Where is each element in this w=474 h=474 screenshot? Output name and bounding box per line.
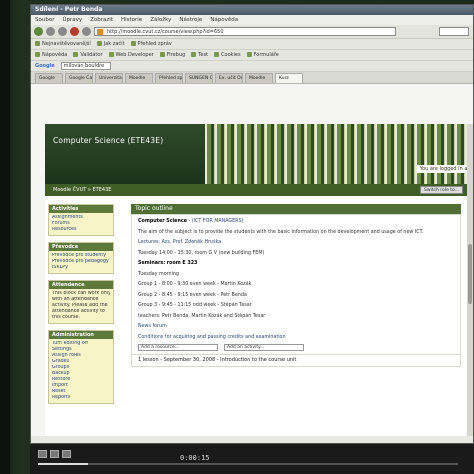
teachers-line: teachers: Petr Benda, Martin Kozák and Š… <box>138 313 266 319</box>
back-icon[interactable] <box>34 27 43 36</box>
menu-bar: Soubor Úpravy Zobrazit Historie Záložky … <box>31 15 473 25</box>
tab-university[interactable]: Univerzita Ka... <box>95 73 123 83</box>
tab-course[interactable]: Kurz <box>275 73 303 83</box>
menu-history[interactable]: Historie <box>121 17 142 23</box>
news-forum-link[interactable]: News forum <box>138 323 454 331</box>
course-banner: Computer Science (ETE43E) You are logged… <box>45 124 473 184</box>
left-sidebar: Activities Assignments Forums Resources … <box>48 204 114 410</box>
google-search-input[interactable]: milován bouldre <box>60 62 111 70</box>
dev-item[interactable]: Firebug <box>159 52 185 58</box>
block-title: Administration <box>49 331 113 339</box>
lectures-label: Lectures: <box>138 240 161 245</box>
player-progress[interactable] <box>38 463 458 465</box>
menu-file[interactable]: Soubor <box>35 17 54 23</box>
course-aim: The aim of the subject is to provide the… <box>138 229 424 235</box>
group-line: Group 2 - 8:45 - 9:15 even week - Petr B… <box>138 292 247 298</box>
breadcrumb-text[interactable]: Moodle ČVUT » ETE43E <box>53 187 111 193</box>
tab-moodle[interactable]: Moodle <box>125 73 153 83</box>
dev-item[interactable]: Formuláře <box>246 52 279 58</box>
bookmark-item[interactable]: Přehled zpráv <box>130 41 172 47</box>
menu-tools[interactable]: Nástroje <box>179 17 202 23</box>
moodle-page: Computer Science (ETE43E) You are logged… <box>45 124 473 436</box>
bookmarks-toolbar: Nejnavštěvovanější Jak začít Přehled zpr… <box>31 39 473 50</box>
dev-item[interactable]: Cookies <box>214 52 241 58</box>
link-resources[interactable]: Resources <box>52 227 110 233</box>
admin-reports[interactable]: Reports <box>52 395 110 401</box>
block-attendance: Attendance This block can work only with… <box>48 280 114 324</box>
block-title: Attendance <box>49 281 113 289</box>
course-title: Computer Science (ETE43E) <box>53 136 164 145</box>
page-scrollbar[interactable] <box>467 124 473 436</box>
home-icon[interactable] <box>82 27 91 36</box>
player-next-icon[interactable] <box>62 450 71 458</box>
breadcrumb: Moodle ČVUT » ETE43E Switch role to... <box>45 184 473 196</box>
browser-window: Sdílení - Petr Benda Soubor Úpravy Zobra… <box>30 4 474 444</box>
video-player-bar: 0:00:15 <box>30 444 474 474</box>
bookmark-item[interactable]: Nejnavštěvovanější <box>35 41 91 47</box>
add-activity-select[interactable]: Add an activity... <box>224 344 304 351</box>
switch-role-select[interactable]: Switch role to... <box>420 186 463 194</box>
login-info: You are logged in as <box>416 165 473 173</box>
group-line: Group 3 - 9:45 - 11:15 odd week - Štěpán… <box>138 303 252 308</box>
link-isklp[interactable]: ISKLPy <box>52 265 110 271</box>
group-line: Group 1 - 8:00 - 9:30 even week - Martin… <box>138 282 252 287</box>
seminar-day: Tuesday morning <box>138 271 179 277</box>
search-box[interactable] <box>439 27 469 36</box>
google-toolbar: Google milován bouldre <box>31 61 473 72</box>
dev-item[interactable]: Test <box>191 52 208 58</box>
tab-odbor[interactable]: Ex. učit Odbo... <box>215 73 243 83</box>
bookmark-item[interactable]: Jak začít <box>96 41 125 47</box>
block-guide: Převodce Převodce pro studenty Převodce … <box>48 242 114 274</box>
tab-google[interactable]: Google <box>35 73 63 83</box>
dev-item[interactable]: Web Developer <box>108 52 154 58</box>
course-subtitle: - (ICT FOR MANAGERS) <box>188 219 244 224</box>
left-taskbar <box>0 0 10 474</box>
lecture-time: Tuesday 14:00 - 15:30, room G V (new bui… <box>138 250 265 256</box>
tab-sungen[interactable]: SUNGEN Cop... <box>185 73 213 83</box>
block-title: Převodce <box>49 243 113 251</box>
section-1-title: 1 lesson - September 30, 2008 - Introduc… <box>131 355 461 367</box>
menu-view[interactable]: Zobrazit <box>90 17 113 23</box>
attendance-text: this course. <box>52 315 80 320</box>
reload-icon[interactable] <box>58 27 67 36</box>
menu-edit[interactable]: Úpravy <box>62 17 82 23</box>
stop-icon[interactable] <box>70 27 79 36</box>
block-activities: Activities Assignments Forums Resources <box>48 204 114 236</box>
menu-help[interactable]: Nápověda <box>210 17 238 23</box>
section-0: Computer Science - (ICT FOR MANAGERS) Th… <box>131 214 461 355</box>
block-title: Activities <box>49 205 113 213</box>
conditions-link[interactable]: Conditions for acquiring and passing cre… <box>138 334 454 342</box>
page-viewport: Computer Science (ETE43E) You are logged… <box>31 84 473 436</box>
course-name: Computer Science <box>138 219 187 224</box>
tab-news[interactable]: Přehled zpráv <box>155 73 183 83</box>
lecturer-link[interactable]: Ass. Prof. Zdeněk Hruška <box>162 240 222 245</box>
menu-bookmarks[interactable]: Záložky <box>150 17 171 23</box>
dev-item[interactable]: Nápověda <box>35 52 67 58</box>
tab-strip: Google Google Calen... Univerzita Ka... … <box>31 72 473 84</box>
tab-moodle-2[interactable]: Moodle <box>245 73 273 83</box>
outline-header: Topic outline <box>131 204 461 214</box>
seminars-label: Seminars: room E 323 <box>138 261 198 266</box>
developer-toolbar: Nápověda Validátor Web Developer Firebug… <box>31 50 473 61</box>
tab-calendar[interactable]: Google Calen... <box>65 73 93 83</box>
forest-image <box>195 124 473 184</box>
add-resource-select[interactable]: Add a resource... <box>138 344 218 351</box>
window-title: Sdílení - Petr Benda <box>31 5 473 15</box>
topic-outline: Topic outline Computer Science - (ICT FO… <box>131 204 461 367</box>
player-prev-icon[interactable] <box>38 450 47 458</box>
google-label: Google <box>35 63 55 69</box>
player-time: 0:00:15 <box>180 454 210 462</box>
navigation-toolbar: http://moodle.cvut.cz/course/view.php?id… <box>31 25 473 39</box>
player-play-icon[interactable] <box>50 450 59 458</box>
dev-item[interactable]: Validátor <box>73 52 103 58</box>
block-administration: Administration Turn editing off Settings… <box>48 330 114 404</box>
forward-icon[interactable] <box>46 27 55 36</box>
address-bar[interactable]: http://moodle.cvut.cz/course/view.php?id… <box>94 27 396 36</box>
